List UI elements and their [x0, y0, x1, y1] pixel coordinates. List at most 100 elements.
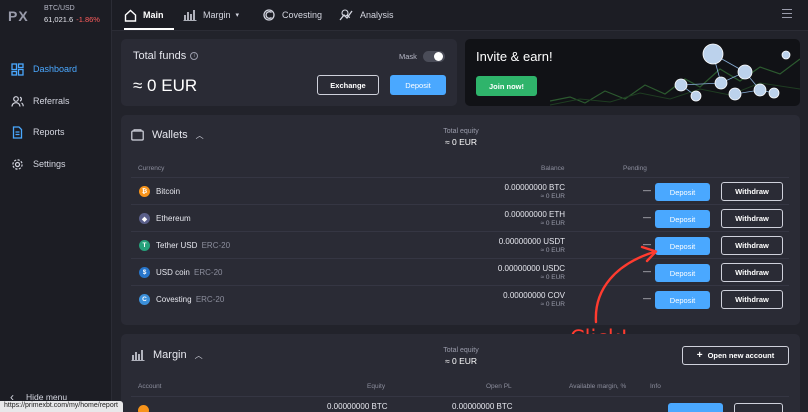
- wallet-row: T Tether USD ERC-20 0.00000000 USDT ≈ 0 EUR…: [131, 231, 789, 258]
- sidebar-item-label: Reports: [33, 127, 65, 137]
- row-withdraw-button[interactable]: Withdraw: [721, 236, 783, 255]
- deposit-button[interactable]: Deposit: [390, 75, 446, 95]
- column-equity: Equity: [367, 383, 386, 390]
- open-new-account-label: Open new account: [707, 351, 775, 360]
- column-currency: Currency: [138, 165, 165, 172]
- margin-row-equity: 0.00000000 BTC: [327, 402, 388, 411]
- wallets-heading[interactable]: Wallets ︿: [131, 129, 204, 141]
- currency-label: Ethereum: [156, 214, 191, 223]
- mask-label: Mask: [399, 52, 417, 61]
- margin-heading[interactable]: Margin ︿: [131, 349, 203, 361]
- top-navigation: Main Margin ▾ Covesting Analysis: [112, 0, 808, 31]
- info-icon[interactable]: i: [190, 52, 199, 61]
- open-new-account-button[interactable]: + Open new account: [682, 346, 789, 365]
- currency-label: Bitcoin: [156, 187, 181, 196]
- column-balance: Balance: [541, 165, 565, 172]
- ticker-price: 61,021.6: [44, 15, 74, 24]
- currency-label: Tether USD: [156, 241, 198, 250]
- coin-icon: C: [139, 294, 150, 305]
- currency-name: Ethereum: [156, 214, 191, 223]
- pending-value: —: [643, 186, 651, 195]
- join-now-button[interactable]: Join now!: [476, 76, 537, 96]
- sidebar: PX BTC/USD 61,021.6 -1.86% Dashboard Refe…: [0, 0, 112, 412]
- wallet-row: $ USD coin ERC-20 0.00000000 USDC ≈ 0 EUR — D…: [131, 258, 789, 285]
- sidebar-item-settings[interactable]: Settings: [10, 156, 66, 172]
- margin-row-deposit-button[interactable]: [668, 403, 723, 412]
- total-funds-heading: Total funds i: [133, 50, 199, 62]
- tab-label: Margin: [203, 10, 231, 20]
- sidebar-item-label: Referrals: [33, 96, 70, 106]
- tab-main[interactable]: Main: [124, 0, 174, 30]
- ticker-change: -1.86%: [76, 15, 100, 24]
- row-deposit-button[interactable]: Deposit: [655, 210, 710, 228]
- status-bar-url: https://primexbt.com/my/home/report: [0, 401, 123, 412]
- covesting-icon: [262, 8, 276, 22]
- mask-toggle[interactable]: [423, 51, 445, 62]
- tab-covesting[interactable]: Covesting: [262, 0, 322, 30]
- balance-eur: ≈ 0 EUR: [540, 220, 565, 227]
- referral-network-illustration: [550, 43, 800, 106]
- currency-label: Covesting: [156, 295, 192, 304]
- currency-name: USD coin ERC-20: [156, 268, 222, 277]
- row-withdraw-button[interactable]: Withdraw: [721, 182, 783, 201]
- bar-chart-icon: [131, 349, 145, 361]
- total-funds-panel: Total funds i ≈ 0 EUR Mask Exchange Depos…: [121, 39, 457, 106]
- sidebar-item-label: Dashboard: [33, 64, 78, 74]
- currency-name: Tether USD ERC-20: [156, 241, 230, 250]
- wallet-row: ◆ Ethereum 0.00000000 ETH ≈ 0 EUR — Deposit Wi…: [131, 204, 789, 231]
- row-withdraw-button[interactable]: Withdraw: [721, 263, 783, 282]
- coin-icon: T: [139, 240, 150, 251]
- sidebar-item-label: Settings: [33, 159, 66, 169]
- balance-eur: ≈ 0 EUR: [540, 193, 565, 200]
- row-withdraw-button[interactable]: Withdraw: [721, 209, 783, 228]
- column-open-pl: Open PL: [486, 383, 512, 390]
- balance-value: 0.00000000 COV: [503, 291, 565, 300]
- sidebar-item-dashboard[interactable]: Dashboard: [10, 61, 77, 77]
- sidebar-item-reports[interactable]: Reports: [10, 124, 65, 140]
- margin-row-withdraw-button[interactable]: [734, 403, 783, 412]
- currency-label: USD coin: [156, 268, 190, 277]
- margin-account-row[interactable]: 0.00000000 BTC 0.00000000 BTC: [131, 396, 789, 412]
- row-withdraw-button[interactable]: Withdraw: [721, 290, 783, 309]
- currency-name: Bitcoin: [156, 187, 180, 196]
- margin-equity-label: Total equity: [443, 347, 479, 354]
- analysis-icon: [339, 8, 354, 22]
- sidebar-item-referrals[interactable]: Referrals: [10, 93, 70, 109]
- ticker-pair: BTC/USD: [44, 5, 75, 12]
- plus-icon: +: [696, 350, 703, 361]
- margin-equity-value: ≈ 0 EUR: [444, 356, 478, 366]
- home-icon: [124, 9, 137, 22]
- column-pending: Pending: [623, 165, 647, 172]
- token-standard: ERC-20: [195, 295, 225, 304]
- primexbt-logo[interactable]: PX: [8, 8, 29, 24]
- tab-margin[interactable]: Margin ▾: [183, 0, 239, 30]
- balance-value: 0.00000000 USDT: [498, 237, 565, 246]
- invite-banner: Invite & earn! Join now!: [465, 39, 800, 106]
- chevron-up-icon: ︿: [194, 350, 203, 360]
- balance-value: 0.00000000 BTC: [504, 183, 566, 192]
- chevron-down-icon: ▾: [235, 12, 240, 19]
- column-available-margin: Available margin, %: [569, 383, 627, 390]
- row-deposit-button[interactable]: Deposit: [655, 183, 710, 201]
- bar-chart-icon: [183, 9, 197, 21]
- column-info: Info: [650, 383, 661, 390]
- ticker-price-row: 61,021.6 -1.86%: [44, 15, 100, 24]
- wallets-title: Wallets: [152, 129, 188, 141]
- wallet-row: C Covesting ERC-20 0.00000000 COV ≈ 0 EUR — D…: [131, 285, 789, 312]
- hamburger-menu-icon[interactable]: [782, 9, 792, 18]
- users-icon: [10, 94, 24, 108]
- wallets-equity-label: Total equity: [443, 128, 479, 135]
- wallet-row: ₿ Bitcoin 0.00000000 BTC ≈ 0 EUR — Deposit Wit…: [131, 177, 789, 204]
- token-standard: ERC-20: [194, 268, 223, 277]
- column-account: Account: [138, 383, 162, 390]
- pending-value: —: [643, 213, 651, 222]
- total-funds-value: ≈ 0 EUR: [133, 76, 198, 95]
- currency-name: Covesting ERC-20: [156, 295, 224, 304]
- tab-label: Covesting: [282, 10, 323, 20]
- dashboard-icon: [10, 62, 24, 76]
- coin-icon: ◆: [139, 213, 150, 224]
- margin-row-open-pl: 0.00000000 BTC: [452, 402, 513, 411]
- tab-analysis[interactable]: Analysis: [339, 0, 394, 30]
- exchange-button[interactable]: Exchange: [317, 75, 379, 95]
- balance-value: 0.00000000 ETH: [504, 210, 566, 219]
